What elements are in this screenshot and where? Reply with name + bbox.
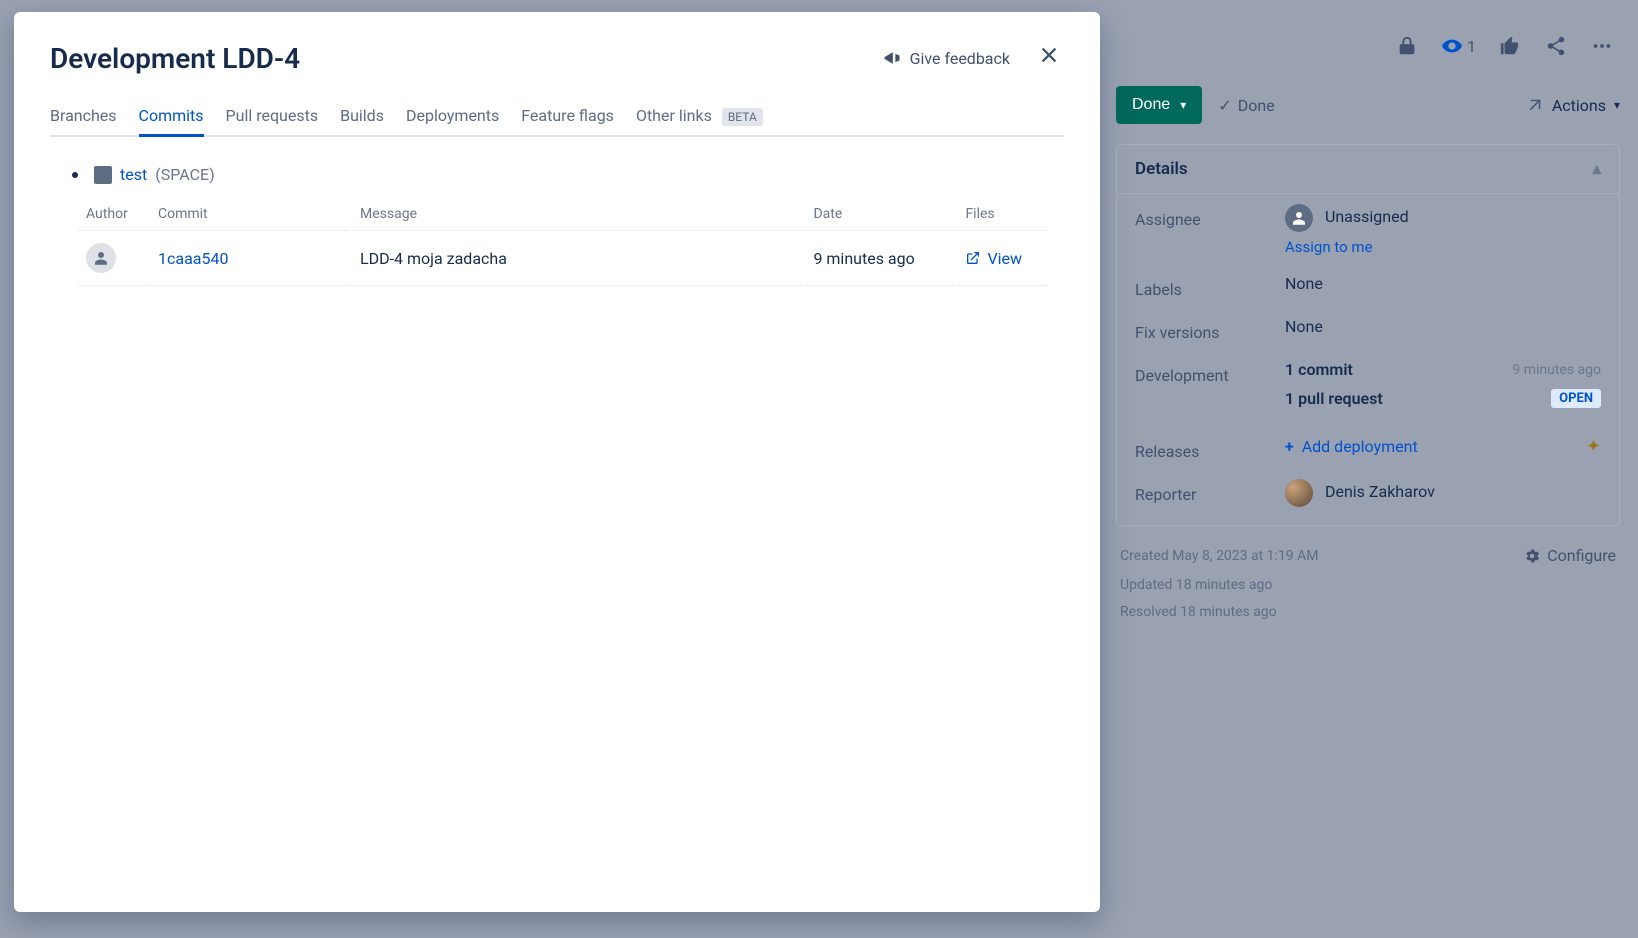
chevron-up-icon: ▴ bbox=[1592, 159, 1601, 179]
resolved-text: Resolved 18 minutes ago bbox=[1120, 600, 1616, 625]
assignee-label: Assignee bbox=[1135, 204, 1285, 229]
table-row: 1caaa540 LDD-4 moja zadacha 9 minutes ag… bbox=[78, 230, 1047, 286]
tab-other-links[interactable]: Other links BETA bbox=[636, 98, 763, 135]
repo-name-link[interactable]: test bbox=[120, 165, 147, 184]
commit-message: LDD-4 moja zadacha bbox=[360, 249, 507, 268]
col-author: Author bbox=[78, 200, 148, 228]
repo-line: test (SPACE) bbox=[72, 165, 1064, 184]
issue-side-panel: 1 Done ▾ ✓ Done Actions ▾ Details ▴ bbox=[1098, 0, 1638, 938]
chevron-down-icon: ▾ bbox=[1614, 98, 1620, 112]
tab-deployments[interactable]: Deployments bbox=[406, 98, 499, 135]
actions-dropdown[interactable]: Actions ▾ bbox=[1526, 96, 1620, 115]
assignee-value[interactable]: Unassigned Assign to me bbox=[1285, 204, 1601, 256]
col-commit: Commit bbox=[150, 200, 350, 228]
add-deployment-link[interactable]: + Add deployment bbox=[1285, 437, 1418, 456]
watch-count-value: 1 bbox=[1467, 37, 1476, 56]
view-files-link[interactable]: View bbox=[965, 249, 1039, 268]
details-header[interactable]: Details ▴ bbox=[1117, 145, 1619, 194]
share-icon[interactable] bbox=[1544, 34, 1568, 58]
lock-icon[interactable] bbox=[1395, 34, 1419, 58]
modal-title: Development LDD-4 bbox=[50, 42, 300, 75]
reporter-label: Reporter bbox=[1135, 479, 1285, 504]
thumbs-up-icon[interactable] bbox=[1498, 34, 1522, 58]
bullet-icon bbox=[72, 172, 78, 178]
check-icon: ✓ bbox=[1218, 96, 1231, 115]
chevron-down-icon: ▾ bbox=[1180, 98, 1186, 112]
releases-label: Releases bbox=[1135, 436, 1285, 461]
commits-table: Author Commit Message Date Files 1caaa54… bbox=[76, 198, 1049, 288]
status-button[interactable]: Done ▾ bbox=[1116, 86, 1202, 124]
more-icon[interactable] bbox=[1590, 34, 1614, 58]
action-row: Done ▾ ✓ Done Actions ▾ bbox=[1116, 76, 1620, 144]
modal-header: Development LDD-4 Give feedback bbox=[50, 40, 1064, 76]
modal-tabs: Branches Commits Pull requests Builds De… bbox=[50, 98, 1064, 137]
done-checkmark-label[interactable]: ✓ Done bbox=[1218, 96, 1274, 115]
details-body: Assignee Unassigned Assign to me Labels … bbox=[1117, 194, 1619, 525]
dev-pr-row[interactable]: 1 pull request OPEN bbox=[1285, 389, 1601, 408]
labels-label: Labels bbox=[1135, 274, 1285, 299]
author-avatar[interactable] bbox=[86, 243, 116, 273]
created-text: Created May 8, 2023 at 1:19 AM bbox=[1120, 544, 1319, 569]
avatar bbox=[1285, 479, 1313, 507]
releases-value: + Add deployment ✦ bbox=[1285, 436, 1601, 457]
beta-badge: BETA bbox=[722, 108, 763, 126]
tab-branches[interactable]: Branches bbox=[50, 98, 117, 135]
tab-commits[interactable]: Commits bbox=[139, 98, 204, 135]
sparkle-icon[interactable]: ✦ bbox=[1586, 436, 1601, 457]
commit-hash-link[interactable]: 1caaa540 bbox=[158, 249, 228, 268]
dev-commit-row[interactable]: 1 commit 9 minutes ago bbox=[1285, 360, 1601, 379]
person-icon bbox=[1285, 204, 1313, 232]
give-feedback-link[interactable]: Give feedback bbox=[882, 48, 1010, 68]
table-header-row: Author Commit Message Date Files bbox=[78, 200, 1047, 228]
tab-feature-flags[interactable]: Feature flags bbox=[521, 98, 614, 135]
development-modal: Development LDD-4 Give feedback Branches… bbox=[14, 12, 1100, 912]
repo-icon bbox=[94, 166, 112, 184]
development-value: 1 commit 9 minutes ago 1 pull request OP… bbox=[1285, 360, 1601, 418]
assign-to-me-link[interactable]: Assign to me bbox=[1285, 238, 1601, 256]
status-button-label: Done bbox=[1132, 96, 1170, 114]
labels-value[interactable]: None bbox=[1285, 274, 1601, 293]
meta-footer: Created May 8, 2023 at 1:19 AM Configure… bbox=[1116, 526, 1620, 625]
updated-text: Updated 18 minutes ago bbox=[1120, 573, 1616, 598]
development-label: Development bbox=[1135, 360, 1285, 385]
col-message: Message bbox=[352, 200, 803, 228]
open-badge: OPEN bbox=[1551, 389, 1601, 408]
reporter-value[interactable]: Denis Zakharov bbox=[1285, 479, 1601, 507]
details-panel: Details ▴ Assignee Unassigned Assign to … bbox=[1116, 144, 1620, 526]
watch-button[interactable]: 1 bbox=[1441, 35, 1476, 57]
col-date: Date bbox=[805, 200, 955, 228]
close-icon[interactable] bbox=[1034, 40, 1064, 76]
tab-pull-requests[interactable]: Pull requests bbox=[226, 98, 319, 135]
top-icon-row: 1 bbox=[1116, 24, 1620, 76]
plus-icon: + bbox=[1285, 437, 1294, 456]
col-files: Files bbox=[957, 200, 1047, 228]
repo-source: (SPACE) bbox=[155, 165, 214, 184]
fixversions-label: Fix versions bbox=[1135, 317, 1285, 342]
tab-builds[interactable]: Builds bbox=[340, 98, 384, 135]
commit-date: 9 minutes ago bbox=[813, 249, 914, 268]
fixversions-value[interactable]: None bbox=[1285, 317, 1601, 336]
configure-link[interactable]: Configure bbox=[1523, 542, 1616, 571]
